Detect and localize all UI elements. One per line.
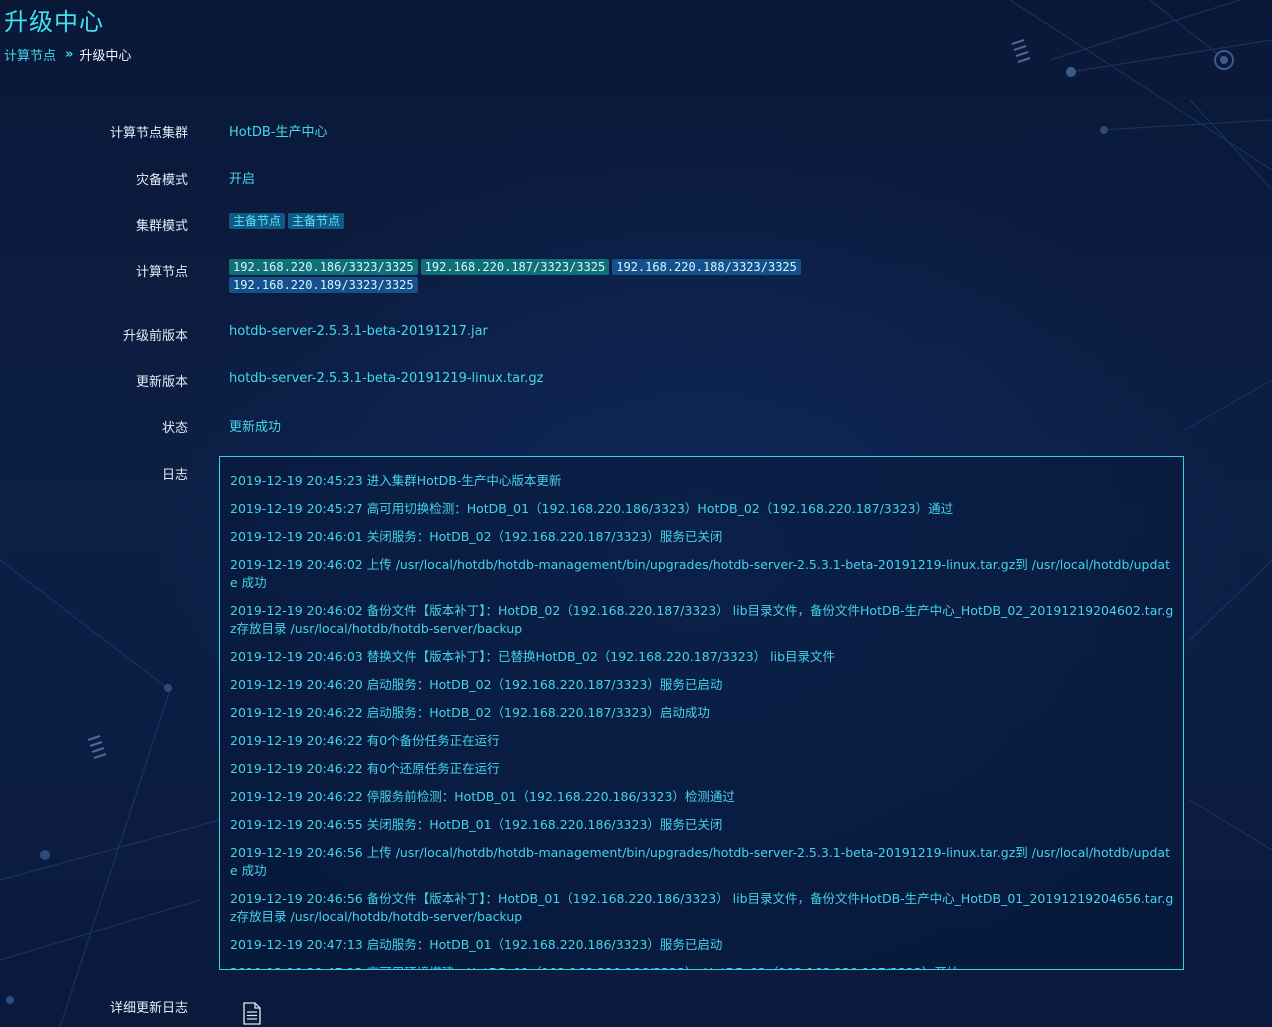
log-line: 2019-12-19 20:46:22 停服务前检测：HotDB_01（192.… xyxy=(230,789,735,804)
cluster-mode-tag: 主备节点 xyxy=(229,213,286,229)
log-line: 2019-12-19 20:46:02 上传 /usr/local/hotdb/… xyxy=(230,557,1170,590)
cluster-value: HotDB-生产中心 xyxy=(229,125,328,140)
log-label: 日志 xyxy=(161,468,188,483)
log-line: 2019-12-19 20:46:01 关闭服务：HotDB_02（192.16… xyxy=(230,529,723,544)
status-label: 状态 xyxy=(161,421,188,436)
log-line: 2019-12-19 20:46:03 替换文件【版本补丁】：已替换HotDB_… xyxy=(230,649,836,664)
log-line: 2019-12-19 20:46:22 启动服务：HotDB_02（192.16… xyxy=(230,705,710,720)
log-line: 2019-12-19 20:46:55 关闭服务：HotDB_01（192.16… xyxy=(230,817,723,832)
log-line: 2019-12-19 20:47:13 启动服务：HotDB_01（192.16… xyxy=(230,937,723,952)
page-header: 升级中心 计算节点 » 升级中心 xyxy=(0,0,1272,84)
compute-nodes-label: 计算节点 xyxy=(135,265,188,280)
dr-mode-value: 开启 xyxy=(229,172,256,187)
new-version-value: hotdb-server-2.5.3.1-beta-20191219-linux… xyxy=(229,371,544,386)
status-value: 更新成功 xyxy=(229,420,282,435)
breadcrumb-compute-nodes-link[interactable]: 计算节点 xyxy=(4,45,56,64)
new-version-label: 更新版本 xyxy=(135,375,188,390)
page-title: 升级中心 xyxy=(4,8,104,36)
compute-node-tag: 192.168.220.189/3323/3325 xyxy=(229,277,418,293)
compute-nodes-list: 192.168.220.186/3323/3325 192.168.220.187… xyxy=(229,259,829,295)
log-line: 2019-12-19 20:45:23 进入集群HotDB-生产中心版本更新 xyxy=(230,473,562,488)
detail-log-label: 详细更新日志 xyxy=(109,1001,188,1016)
before-version-label: 升级前版本 xyxy=(122,329,188,344)
compute-node-tag: 192.168.220.188/3323/3325 xyxy=(612,259,801,275)
cluster-mode-tag: 主备节点 xyxy=(288,213,345,229)
log-line: 2019-12-19 20:46:22 有0个还原任务正在运行 xyxy=(230,761,500,776)
cluster-mode-tags: 主备节点 主备节点 xyxy=(229,213,347,229)
breadcrumb: 计算节点 » 升级中心 xyxy=(4,45,131,64)
log-lines: 2019-12-19 20:45:23 进入集群HotDB-生产中心版本更新 20… xyxy=(230,472,1175,969)
dr-mode-label: 灾备模式 xyxy=(135,173,188,188)
cluster-mode-label: 集群模式 xyxy=(135,219,188,234)
log-panel[interactable]: 2019-12-19 20:45:23 进入集群HotDB-生产中心版本更新 20… xyxy=(219,456,1184,970)
document-icon[interactable] xyxy=(242,1002,262,1025)
log-line: 2019-12-19 20:45:27 高可用切换检测：HotDB_01（192… xyxy=(230,501,954,516)
before-version-value: hotdb-server-2.5.3.1-beta-20191217.jar xyxy=(229,324,488,339)
breadcrumb-separator: » xyxy=(65,47,74,62)
compute-node-tag: 192.168.220.187/3323/3325 xyxy=(420,259,610,275)
log-line: 2019-12-19 20:46:02 备份文件【版本补丁】：HotDB_02（… xyxy=(230,603,1174,636)
log-line: 2019-12-19 20:46:22 有0个备份任务正在运行 xyxy=(230,733,500,748)
breadcrumb-current: 升级中心 xyxy=(79,49,132,64)
log-line: 2019-12-19 20:46:20 启动服务：HotDB_02（192.16… xyxy=(230,677,723,692)
cluster-label: 计算节点集群 xyxy=(109,126,188,141)
log-line: 2019-12-19 20:46:56 上传 /usr/local/hotdb/… xyxy=(230,845,1170,878)
log-line: 2019-12-19 20:47:13 高可用环境搭建：HotDB_01（192… xyxy=(230,964,1175,969)
compute-node-tag: 192.168.220.186/3323/3325 xyxy=(229,259,418,275)
log-line: 2019-12-19 20:46:56 备份文件【版本补丁】：HotDB_01（… xyxy=(230,891,1174,924)
